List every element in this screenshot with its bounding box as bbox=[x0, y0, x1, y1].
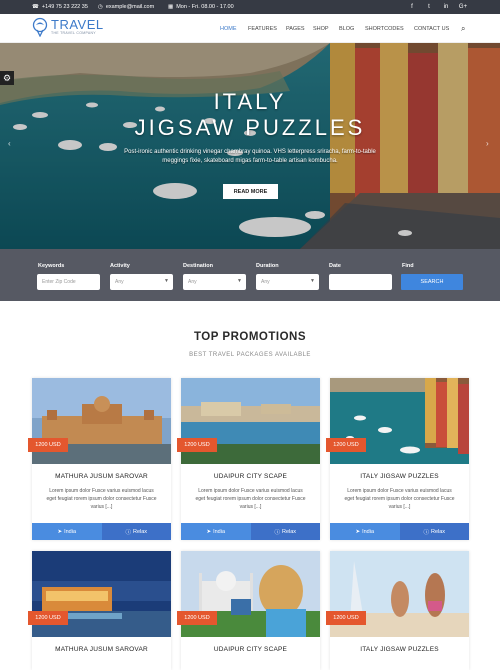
promo-card[interactable]: 1200 USD UDAIPUR CITY SCAPE bbox=[177, 551, 320, 670]
hours-info: ▦ Mon - Fri. 08.00 - 17.00 bbox=[168, 0, 234, 14]
location-arrow-icon: ➤ bbox=[206, 528, 212, 535]
category-tag[interactable]: ⓘ Relax bbox=[399, 523, 469, 540]
location-text: India bbox=[64, 528, 77, 535]
twitter-icon[interactable]: t bbox=[422, 0, 436, 14]
top-info-bar: ☎ +149 75 23 222 35 ◷ example@mail.com ▦… bbox=[0, 0, 500, 14]
card-title[interactable]: ITALY JIGSAW PUZZLES bbox=[330, 646, 469, 653]
promo-card[interactable]: 1200 USD ITALY JIGSAW PUZZLES Lorem ipsu… bbox=[326, 378, 469, 540]
hero-title-line2: JIGSAW PUZZLES bbox=[134, 115, 366, 140]
read-more-button[interactable]: READ MORE bbox=[223, 184, 278, 199]
activity-value: Any bbox=[115, 279, 124, 285]
logo-tagline: THE TRAVEL COMPANY bbox=[51, 31, 96, 36]
search-button[interactable]: SEARCH bbox=[401, 274, 463, 290]
hero-image bbox=[0, 43, 500, 249]
email-info[interactable]: ◷ example@mail.com bbox=[98, 0, 154, 14]
activity-select[interactable]: Any ▼ bbox=[110, 274, 173, 290]
date-label: Date bbox=[329, 263, 341, 269]
card-title[interactable]: UDAIPUR CITY SCAPE bbox=[181, 473, 320, 480]
phone-text: +149 75 23 222 35 bbox=[41, 4, 88, 10]
location-text: India bbox=[362, 528, 375, 535]
nav-blog[interactable]: BLOG bbox=[339, 26, 354, 32]
duration-value: Any bbox=[261, 279, 270, 285]
card-footer: ➤ India ⓘ Relax bbox=[330, 523, 469, 540]
chevron-down-icon: ▼ bbox=[310, 278, 315, 284]
keywords-label: Keywords bbox=[38, 263, 65, 269]
hero-description: Post-ironic authentic drinking vinegar c… bbox=[124, 149, 376, 164]
site-header: TRAVEL THE TRAVEL COMPANY HOME FEATURES … bbox=[0, 14, 500, 43]
card-description: Lorem ipsum dolor Fusce varius euismod l… bbox=[46, 488, 157, 510]
destination-select[interactable]: Any ▼ bbox=[183, 274, 246, 290]
chevron-down-icon: ▼ bbox=[164, 278, 169, 284]
nav-home[interactable]: HOME bbox=[220, 26, 237, 32]
card-description: Lorem ipsum dolor Fusce varius euismod l… bbox=[195, 488, 306, 510]
card-title[interactable]: MATHURA JUSUM SAROVAR bbox=[32, 473, 171, 480]
card-footer: ➤ India ⓘ Relax bbox=[32, 523, 171, 540]
category-text: Relax bbox=[430, 528, 446, 535]
calendar-icon: ▦ bbox=[168, 4, 174, 10]
price-badge: 1200 USD bbox=[177, 438, 217, 452]
price-badge: 1200 USD bbox=[28, 611, 68, 625]
logo-title: TRAVEL bbox=[51, 17, 104, 33]
email-text: example@mail.com bbox=[105, 4, 155, 10]
clock-icon: ◷ bbox=[98, 4, 103, 10]
info-icon: ⓘ bbox=[125, 529, 131, 536]
activity-label: Activity bbox=[110, 263, 130, 269]
nav-features[interactable]: FEATURES bbox=[248, 26, 277, 32]
promo-card[interactable]: 1200 USD MATHURA JUSUM SAROVAR bbox=[28, 551, 171, 670]
location-tag[interactable]: ➤ India bbox=[32, 523, 102, 540]
google-plus-icon[interactable]: G+ bbox=[456, 0, 470, 14]
hero-banner: ⚙ ‹ › ITALY JIGSAW PUZZLES Post-ironic a… bbox=[0, 43, 500, 249]
category-text: Relax bbox=[132, 528, 148, 535]
duration-select[interactable]: Any ▼ bbox=[256, 274, 319, 290]
promo-card[interactable]: 1200 USD UDAIPUR CITY SCAPE Lorem ipsum … bbox=[177, 378, 320, 540]
price-badge: 1200 USD bbox=[326, 438, 366, 452]
price-badge: 1200 USD bbox=[177, 611, 217, 625]
keywords-input[interactable]: Enter Zip Code bbox=[37, 274, 100, 290]
facebook-icon[interactable]: f bbox=[405, 0, 419, 14]
location-arrow-icon: ➤ bbox=[57, 528, 63, 535]
card-title[interactable]: ITALY JIGSAW PUZZLES bbox=[330, 473, 469, 480]
category-tag[interactable]: ⓘ Relax bbox=[101, 523, 171, 540]
logo-icon bbox=[32, 17, 48, 37]
price-badge: 1200 USD bbox=[28, 438, 68, 452]
nav-pages[interactable]: PAGES bbox=[286, 26, 305, 32]
settings-gear-icon[interactable]: ⚙ bbox=[0, 71, 14, 85]
search-icon[interactable]: ⌕ bbox=[461, 24, 465, 34]
location-tag[interactable]: ➤ India bbox=[181, 523, 251, 540]
phone-info: ☎ +149 75 23 222 35 bbox=[32, 0, 88, 14]
promotions-title: TOP PROMOTIONS bbox=[193, 331, 306, 343]
location-tag[interactable]: ➤ India bbox=[330, 523, 400, 540]
linkedin-icon[interactable]: in bbox=[439, 0, 453, 14]
nav-shop[interactable]: SHOP bbox=[313, 26, 329, 32]
card-description: Lorem ipsum dolor Fusce varius euismod l… bbox=[344, 488, 455, 510]
destination-label: Destination bbox=[183, 263, 213, 269]
search-bar: Keywords Enter Zip Code Activity Any ▼ D… bbox=[0, 249, 500, 301]
location-text: India bbox=[213, 528, 226, 535]
card-footer: ➤ India ⓘ Relax bbox=[181, 523, 320, 540]
promo-card[interactable]: 1200 USD MATHURA JUSUM SAROVAR Lorem ips… bbox=[28, 378, 171, 540]
hero-title-line1: ITALY bbox=[213, 89, 287, 114]
chevron-down-icon: ▼ bbox=[237, 278, 242, 284]
location-arrow-icon: ➤ bbox=[355, 528, 361, 535]
card-title[interactable]: MATHURA JUSUM SAROVAR bbox=[32, 646, 171, 653]
promo-card[interactable]: 1200 USD ITALY JIGSAW PUZZLES bbox=[326, 551, 469, 670]
promotions-subtitle: BEST TRAVEL PACKAGES AVAILABLE bbox=[189, 352, 311, 358]
nav-contact[interactable]: CONTACT US bbox=[414, 26, 449, 32]
logo[interactable]: TRAVEL THE TRAVEL COMPANY bbox=[32, 17, 104, 37]
info-icon: ⓘ bbox=[274, 529, 280, 536]
info-icon: ⓘ bbox=[423, 529, 429, 536]
date-input[interactable] bbox=[329, 274, 392, 290]
phone-icon: ☎ bbox=[32, 4, 39, 10]
card-title[interactable]: UDAIPUR CITY SCAPE bbox=[181, 646, 320, 653]
nav-shortcodes[interactable]: SHORTCODES bbox=[365, 26, 404, 32]
price-badge: 1200 USD bbox=[326, 611, 366, 625]
duration-label: Duration bbox=[256, 263, 279, 269]
category-tag[interactable]: ⓘ Relax bbox=[250, 523, 320, 540]
category-text: Relax bbox=[281, 528, 297, 535]
destination-value: Any bbox=[188, 279, 197, 285]
find-label: Find bbox=[402, 263, 414, 269]
hours-text: Mon - Fri. 08.00 - 17.00 bbox=[176, 4, 234, 10]
